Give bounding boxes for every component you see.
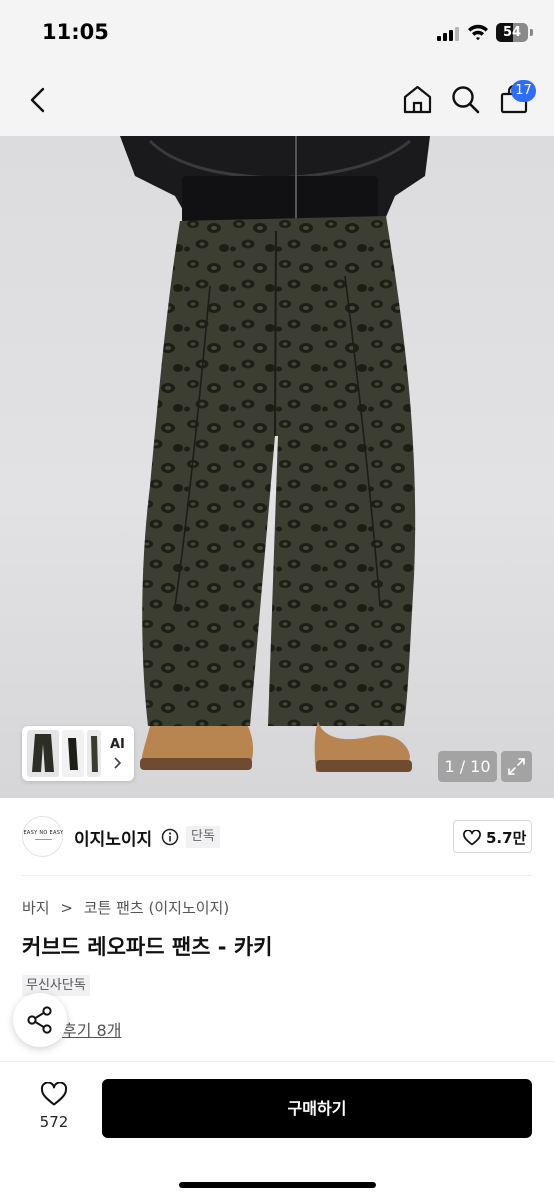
expand-button[interactable] xyxy=(501,751,532,782)
share-icon xyxy=(27,1006,52,1034)
reviews-link[interactable]: 후기 8개 xyxy=(62,1017,121,1041)
bottom-bar-divider xyxy=(0,1061,554,1062)
product-photo xyxy=(120,136,430,772)
share-button[interactable] xyxy=(13,993,67,1047)
gallery-thumbnail[interactable] xyxy=(87,730,101,777)
back-arrow-icon[interactable] xyxy=(27,86,49,114)
chevron-right-icon xyxy=(114,757,122,769)
exclusive-badge: 단독 xyxy=(186,826,220,848)
home-indicator xyxy=(179,1182,376,1188)
brand-logo[interactable]: EASY NO EASY xyxy=(22,816,63,857)
product-image[interactable] xyxy=(0,136,554,798)
brand-name[interactable]: 이지노이지 xyxy=(74,825,152,850)
info-icon[interactable] xyxy=(161,828,179,846)
breadcrumb-separator: > xyxy=(60,898,73,917)
image-counter: 1 / 10 xyxy=(438,751,497,782)
battery-level: 54 xyxy=(502,25,522,40)
gallery-thumbnail[interactable] xyxy=(62,730,84,777)
wifi-icon xyxy=(468,24,488,41)
gallery-thumbnail[interactable] xyxy=(27,730,59,777)
brand-logo-text: EASY NO EASY xyxy=(23,830,64,836)
cart-count-badge: 17 xyxy=(511,80,536,102)
divider xyxy=(22,875,532,876)
ai-label: AI xyxy=(110,737,125,752)
status-time: 11:05 xyxy=(42,20,109,44)
search-icon[interactable] xyxy=(450,84,481,115)
gallery-thumbnail-strip[interactable] xyxy=(22,726,134,781)
expand-icon xyxy=(508,758,525,775)
product-title: 커브드 레오파드 팬츠 - 카키 xyxy=(22,935,273,959)
brand-like-button[interactable]: 5.7만 xyxy=(453,820,532,853)
breadcrumb: 바지 > 코튼 팬츠 (이지노이지) xyxy=(22,897,229,919)
wishlist-count: 572 xyxy=(39,1113,69,1131)
home-icon[interactable] xyxy=(402,84,433,115)
breadcrumb-item[interactable]: 바지 xyxy=(22,897,50,918)
brand-like-count: 5.7만 xyxy=(486,829,527,847)
heart-outline-icon xyxy=(40,1082,68,1106)
store-exclusive-badge: 무신사단독 xyxy=(22,975,90,996)
status-bar: 11:05 54 xyxy=(0,0,554,64)
signal-icon xyxy=(437,27,461,41)
buy-button[interactable]: 구매하기 xyxy=(102,1079,532,1138)
breadcrumb-item[interactable]: 코튼 팬츠 (이지노이지) xyxy=(84,897,229,918)
wishlist-button[interactable]: 572 xyxy=(30,1078,78,1138)
battery-icon: 54 xyxy=(496,23,528,42)
heart-outline-icon xyxy=(463,830,481,846)
